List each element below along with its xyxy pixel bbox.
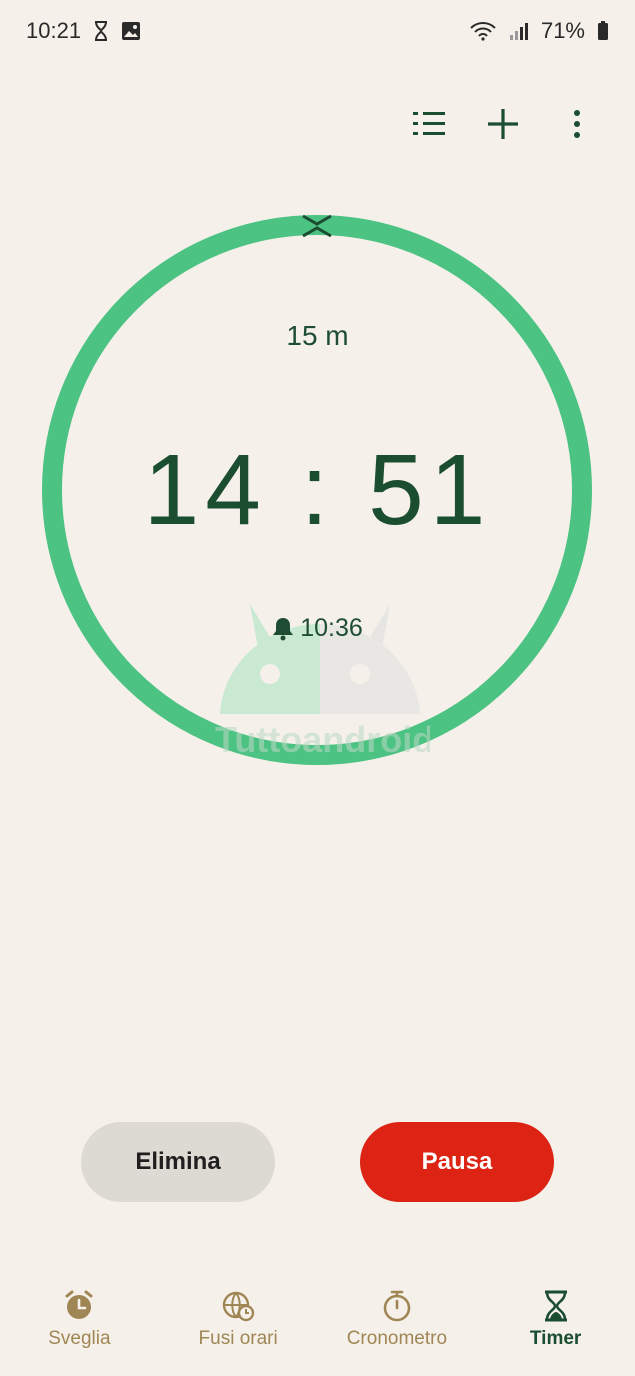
- more-vert-icon: [574, 110, 580, 138]
- battery-percent: 71%: [540, 18, 585, 43]
- list-button[interactable]: [409, 96, 449, 152]
- status-left: 10:21: [26, 18, 141, 44]
- hourglass-nav-icon: [544, 1290, 567, 1322]
- status-right: 71%: [469, 18, 609, 44]
- timer-remaining: 14 : 51: [143, 434, 492, 546]
- hourglass-icon: [95, 21, 108, 41]
- status-time: 10:21: [26, 18, 82, 43]
- nav-label-timer: Timer: [529, 1328, 582, 1349]
- plus-icon: [488, 109, 518, 139]
- battery-icon: [598, 21, 608, 40]
- nav-item-stopwatch[interactable]: Cronometro: [322, 1290, 472, 1350]
- delete-button[interactable]: Elimina: [81, 1122, 275, 1202]
- end-time-row: 10:36: [0, 614, 635, 643]
- bell-icon: [273, 617, 294, 640]
- end-time-value: 10:36: [300, 614, 363, 642]
- more-options-button[interactable]: [557, 96, 597, 152]
- globe-clock-icon: [222, 1291, 255, 1322]
- pause-button[interactable]: Pausa: [360, 1122, 554, 1202]
- toolbar: [409, 96, 597, 152]
- nav-label-alarm: Sveglia: [48, 1328, 111, 1349]
- watermark-text: Tuttoandroid: [215, 719, 430, 760]
- timer-duration-label: 15 m: [286, 320, 349, 351]
- add-timer-button[interactable]: [483, 96, 523, 152]
- list-icon: [413, 112, 445, 135]
- nav-label-world-clock: Fusi orari: [198, 1328, 278, 1349]
- nav-item-world-clock[interactable]: Fusi orari: [163, 1290, 313, 1350]
- alarm-clock-icon: [65, 1290, 93, 1319]
- signal-icon: [509, 23, 528, 40]
- nav-item-alarm[interactable]: Sveglia: [4, 1290, 154, 1350]
- stopwatch-icon: [383, 1290, 411, 1322]
- image-icon: [122, 22, 141, 40]
- nav-label-stopwatch: Cronometro: [346, 1328, 448, 1349]
- status-bar: 10:21 71%: [0, 0, 635, 62]
- nav-item-timer[interactable]: Timer: [481, 1290, 631, 1350]
- wifi-icon: [470, 22, 496, 41]
- bottom-nav: Sveglia Fusi orari Cronometro Timer: [0, 1290, 635, 1370]
